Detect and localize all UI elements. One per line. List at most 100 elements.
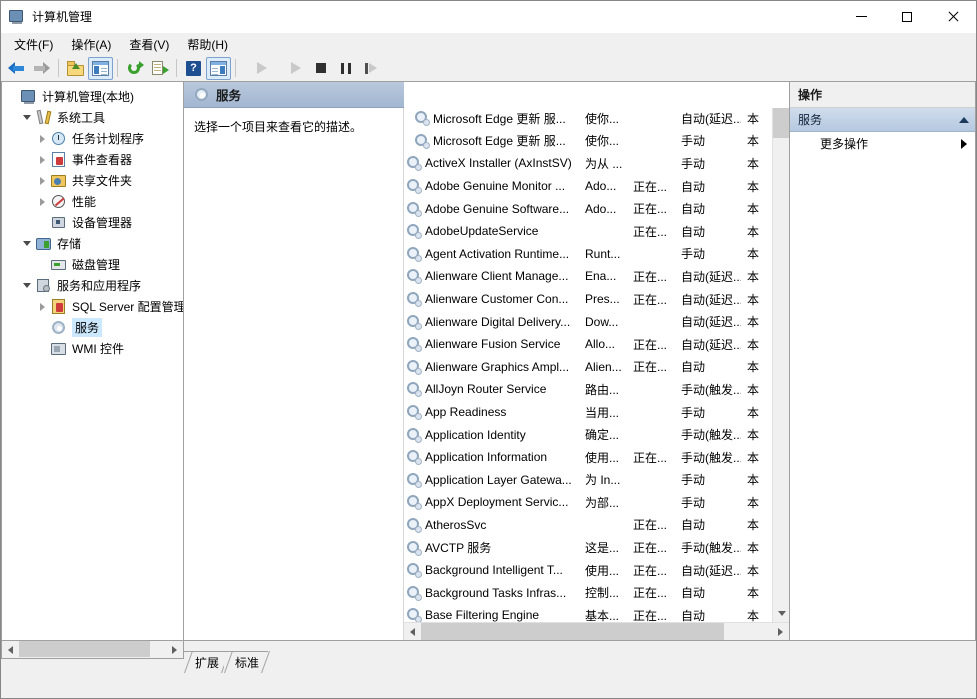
toolbar-resume-service-button[interactable] xyxy=(283,57,308,80)
action-more-actions[interactable]: 更多操作 xyxy=(790,132,975,155)
scroll-down-button[interactable] xyxy=(773,605,789,622)
menu-help[interactable]: 帮助(H) xyxy=(178,33,237,56)
tree-item-1[interactable]: 系统工具 xyxy=(4,107,183,128)
listview-vertical-scrollbar[interactable] xyxy=(772,108,789,622)
tree-item-6[interactable]: 设备管理器 xyxy=(4,212,183,233)
table-row[interactable]: ActiveX Installer (AxInstSV) 为从 ... 手动 本 xyxy=(404,152,789,175)
table-row[interactable]: Alienware Client Manage... Ena... 正在... 自动(… xyxy=(404,265,789,288)
toolbar-show-console-tree-button[interactable] xyxy=(88,56,113,80)
tree-item-8[interactable]: 磁盘管理 xyxy=(4,254,183,275)
table-row[interactable]: AdobeUpdateService 正在... 自动 本 xyxy=(404,220,789,243)
table-row[interactable]: Application Identity 确定... 手动(触发... 本 xyxy=(404,423,789,446)
tree-expander[interactable] xyxy=(34,194,50,210)
tree-item-4[interactable]: 共享文件夹 xyxy=(4,170,183,191)
table-row[interactable]: App Readiness 当用... 手动 本 xyxy=(404,401,789,424)
tree-item-5[interactable]: 性能 xyxy=(4,191,183,212)
toolbar-help-button[interactable]: ? xyxy=(181,57,206,80)
listview-horizontal-scrollbar[interactable] xyxy=(404,622,789,640)
toolbar-restart-service-button[interactable] xyxy=(358,57,383,80)
actions-group-label: 服务 xyxy=(798,113,823,127)
console-tree-pane[interactable]: 计算机管理(本地) 系统工具 任务计划程序 事件查看器 共享文件夹性能设备管理器 存储 磁盘… xyxy=(1,82,184,641)
table-row[interactable]: AtherosSvc 正在... 自动 本 xyxy=(404,514,789,537)
service-startup-type: 自动 xyxy=(681,179,706,194)
tree-scroll-left-button[interactable] xyxy=(2,641,19,658)
menu-view[interactable]: 查看(V) xyxy=(120,33,178,56)
menu-file[interactable]: 文件(F) xyxy=(5,33,62,56)
tree-item-label: 性能 xyxy=(72,195,97,209)
tree-expander[interactable] xyxy=(19,278,35,294)
table-row[interactable]: Alienware Graphics Ampl... Alien... 正在... 自… xyxy=(404,356,789,379)
table-row[interactable]: Microsoft Edge 更新 服... 使你... 手动 本 xyxy=(404,130,789,153)
toolbar-forward-button[interactable] xyxy=(29,57,54,80)
tree-item-9[interactable]: 服务和应用程序 xyxy=(4,275,183,296)
service-startup-type: 手动 xyxy=(681,247,706,262)
table-row[interactable]: Application Information 使用... 正在... 手动(触发..… xyxy=(404,446,789,469)
service-name: Application Layer Gatewa... xyxy=(425,472,572,487)
services-listview[interactable]: 名称描述状态启动类型登 Microsoft Edge 更新 服...使你...自… xyxy=(404,108,789,622)
detail-hint-text: 选择一个项目来查看它的描述。 xyxy=(194,120,363,134)
tree-expander[interactable] xyxy=(34,173,50,189)
toolbar: ? xyxy=(1,55,976,82)
horizontal-scroll-thumb[interactable] xyxy=(421,623,724,640)
tab-1[interactable]: 标准 xyxy=(224,651,269,672)
menu-action[interactable]: 操作(A) xyxy=(62,33,120,56)
toolbar-up-one-level-button[interactable] xyxy=(63,57,88,80)
scroll-right-button[interactable] xyxy=(772,623,789,640)
minimize-button[interactable] xyxy=(838,1,884,32)
table-row[interactable]: Alienware Customer Con... Pres... 正在... 自动(… xyxy=(404,288,789,311)
maximize-button[interactable] xyxy=(884,1,930,32)
tree-item-2[interactable]: 任务计划程序 xyxy=(4,128,183,149)
toolbar-stop-service-button[interactable] xyxy=(308,57,333,80)
scroll-left-button[interactable] xyxy=(404,623,421,640)
service-startup-type: 手动 xyxy=(681,495,706,510)
tree-item-11[interactable]: 服务 xyxy=(4,317,183,338)
service-gear-icon xyxy=(406,155,422,172)
table-row[interactable]: Alienware Digital Delivery... Dow... 自动(延迟… xyxy=(404,310,789,333)
toolbar-pause-service-button[interactable] xyxy=(333,57,358,80)
tree-expander[interactable] xyxy=(19,110,35,126)
table-row[interactable]: Agent Activation Runtime... Runt... 手动 本 xyxy=(404,243,789,266)
table-row[interactable]: Adobe Genuine Monitor ... Ado... 正在... 自动 本 xyxy=(404,175,789,198)
tree-item-0[interactable]: 计算机管理(本地) xyxy=(4,86,183,107)
table-row[interactable]: Alienware Fusion Service Allo... 正在... 自动(延… xyxy=(404,333,789,356)
toolbar-separator xyxy=(176,59,177,77)
table-row[interactable]: Background Intelligent T... 使用... 正在... 自动(… xyxy=(404,559,789,582)
vertical-scroll-thumb[interactable] xyxy=(773,108,789,138)
tree-item-7[interactable]: 存储 xyxy=(4,233,183,254)
tree-item-3[interactable]: 事件查看器 xyxy=(4,149,183,170)
tree-expander[interactable] xyxy=(19,236,35,252)
toolbar-back-button[interactable] xyxy=(4,57,29,80)
tree-expander[interactable] xyxy=(34,299,50,315)
toolbar-export-list-button[interactable] xyxy=(147,57,172,80)
tree-expander[interactable] xyxy=(34,152,50,168)
tab-0[interactable]: 扩展 xyxy=(184,651,229,672)
toolbar-start-service-button[interactable] xyxy=(249,57,274,80)
table-row[interactable]: AllJoyn Router Service 路由... 手动(触发... 本 xyxy=(404,378,789,401)
toolbar-show-action-pane-button[interactable] xyxy=(206,56,231,80)
computer-icon xyxy=(20,89,38,105)
table-row[interactable]: AppX Deployment Servic... 为部... 手动 本 xyxy=(404,491,789,514)
table-row[interactable]: Base Filtering Engine 基本... 正在... 自动 本 xyxy=(404,604,789,622)
chevron-down-icon xyxy=(777,611,786,616)
tree-item-12[interactable]: WMI 控件 xyxy=(4,338,183,359)
service-description: 基本... xyxy=(585,608,620,622)
service-status: 正在... xyxy=(633,541,668,556)
close-button[interactable] xyxy=(930,1,976,32)
service-gear-icon xyxy=(406,427,422,443)
service-name: Adobe Genuine Monitor ... xyxy=(425,179,566,194)
service-description: Allo... xyxy=(585,337,616,352)
table-row[interactable]: AVCTP 服务 这是... 正在... 手动(触发... 本 xyxy=(404,536,789,559)
tree-expander[interactable] xyxy=(34,131,50,147)
tree-expander xyxy=(34,215,50,231)
tree-horizontal-scrollbar[interactable] xyxy=(1,641,184,659)
tree-item-10[interactable]: SQL Server 配置管理器 xyxy=(4,296,183,317)
table-row[interactable]: Adobe Genuine Software... Ado... 正在... 自动 本 xyxy=(404,197,789,220)
tree-scroll-right-button[interactable] xyxy=(166,641,183,658)
actions-group-services[interactable]: 服务 xyxy=(790,108,975,132)
table-row[interactable]: Application Layer Gatewa... 为 In... 手动 本 xyxy=(404,469,789,492)
toolbar-separator xyxy=(58,59,59,77)
table-row[interactable]: Microsoft Edge 更新 服... 使你... 自动(延迟... 本 xyxy=(404,108,789,130)
table-row[interactable]: Background Tasks Infras... 控制... 正在... 自动 本 xyxy=(404,581,789,604)
tree-horizontal-scroll-thumb[interactable] xyxy=(19,641,150,657)
toolbar-refresh-button[interactable] xyxy=(122,57,147,80)
